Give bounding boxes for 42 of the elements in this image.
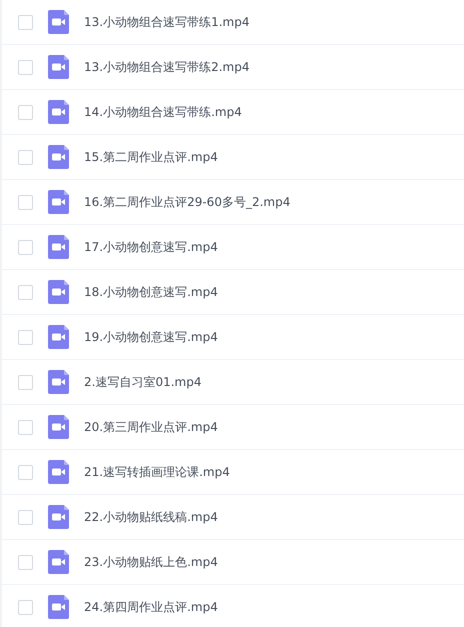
checkbox[interactable]	[18, 284, 33, 300]
file-name[interactable]: 23.小动物贴纸上色.mp4	[84, 554, 218, 570]
video-file-icon	[48, 235, 69, 259]
checkbox[interactable]	[18, 554, 33, 570]
file-name[interactable]: 15.第二周作业点评.mp4	[84, 148, 218, 166]
video-file-icon	[48, 55, 69, 79]
checkbox[interactable]	[18, 510, 33, 524]
video-file-icon	[48, 370, 69, 394]
checkbox[interactable]	[18, 60, 33, 74]
file-name[interactable]: 22.小动物贴纸线稿.mp4	[84, 508, 218, 526]
video-file-icon	[48, 595, 69, 619]
file-name[interactable]: 21.速写转插画理论课.mp4	[84, 464, 230, 480]
video-file-icon	[48, 550, 69, 574]
video-file-icon	[48, 280, 69, 304]
video-file-icon	[48, 190, 69, 214]
file-name[interactable]: 13.小动物组合速写带练2.mp4	[84, 58, 250, 76]
file-name[interactable]: 13.小动物组合速写带练1.mp4	[84, 14, 250, 30]
file-name[interactable]: 16.第二周作业点评29-60多号_2.mp4	[84, 194, 290, 210]
video-file-icon	[48, 100, 69, 124]
checkbox[interactable]	[18, 150, 33, 164]
file-name[interactable]: 17.小动物创意速写.mp4	[84, 238, 218, 256]
checkbox[interactable]	[18, 374, 33, 390]
file-name[interactable]: 20.第三周作业点评.mp4	[84, 418, 218, 436]
file-name[interactable]: 18.小动物创意速写.mp4	[84, 284, 218, 300]
checkbox[interactable]	[18, 600, 33, 614]
video-file-icon	[48, 505, 69, 529]
checkbox[interactable]	[18, 14, 33, 30]
video-file-icon	[48, 325, 69, 349]
checkbox[interactable]	[18, 420, 33, 434]
file-name[interactable]: 2.速写自习室01.mp4	[84, 374, 202, 390]
video-file-icon	[48, 10, 69, 34]
checkbox[interactable]	[18, 464, 33, 480]
checkbox[interactable]	[18, 240, 33, 254]
file-name[interactable]: 19.小动物创意速写.mp4	[84, 328, 218, 346]
checkbox[interactable]	[18, 104, 33, 120]
video-file-icon	[48, 460, 69, 484]
video-file-icon	[48, 415, 69, 439]
file-name[interactable]: 14.小动物组合速写带练.mp4	[84, 104, 242, 120]
file-name[interactable]: 24.第四周作业点评.mp4	[84, 598, 218, 616]
checkbox[interactable]	[18, 194, 33, 210]
checkbox[interactable]	[18, 330, 33, 344]
video-file-icon	[48, 145, 69, 169]
